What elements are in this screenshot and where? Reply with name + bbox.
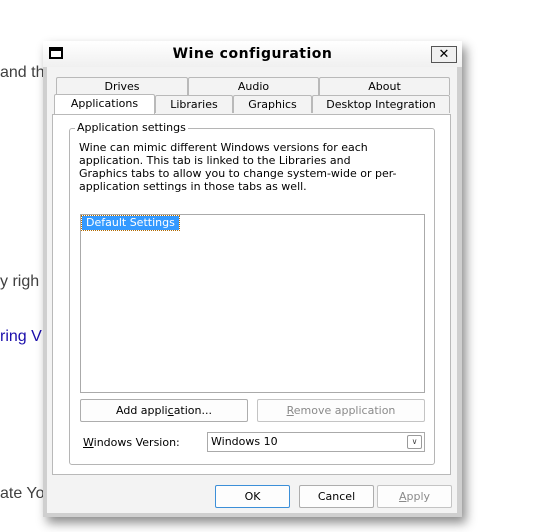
close-button[interactable]: ✕ bbox=[431, 46, 457, 63]
background-text: and th bbox=[0, 64, 45, 81]
ok-button[interactable]: OK bbox=[215, 485, 290, 508]
mnemonic: A bbox=[398, 490, 407, 503]
remove-application-button[interactable]: Remove application bbox=[257, 399, 425, 422]
chevron-down-icon[interactable]: ∨ bbox=[407, 435, 422, 449]
mnemonic: R bbox=[286, 404, 294, 417]
application-settings-group: Application settings Wine can mimic diff… bbox=[69, 121, 435, 465]
windows-version-select[interactable]: Windows 10 ∨ bbox=[207, 432, 425, 452]
tab-applications[interactable]: Applications bbox=[54, 94, 155, 114]
tab-drives[interactable]: Drives bbox=[56, 77, 188, 95]
background-text: ate Yo bbox=[0, 485, 45, 502]
applications-tab-panel: Application settings Wine can mimic diff… bbox=[52, 114, 451, 475]
wine-config-window: Wine configuration ✕ Drives Audio About … bbox=[43, 41, 462, 517]
button-label: Add appli bbox=[116, 404, 168, 417]
list-item-default-settings[interactable]: Default Settings bbox=[81, 215, 180, 231]
windows-version-label: Windows Version: bbox=[83, 436, 180, 449]
button-label: emove application bbox=[293, 404, 396, 417]
applications-list[interactable]: Default Settings bbox=[80, 214, 425, 393]
group-label: Application settings bbox=[75, 121, 188, 134]
description-text: Wine can mimic different Windows version… bbox=[79, 141, 397, 193]
background-text: y righ bbox=[0, 273, 40, 290]
cancel-button[interactable]: Cancel bbox=[299, 485, 374, 508]
window-title: Wine configuration bbox=[172, 46, 333, 62]
button-label: pply bbox=[406, 490, 431, 503]
tab-desktop-integration[interactable]: Desktop Integration bbox=[312, 95, 450, 113]
apply-button[interactable]: Apply bbox=[377, 485, 452, 508]
title-bar[interactable]: Wine configuration ✕ bbox=[43, 41, 462, 67]
selected-value: Windows 10 bbox=[211, 435, 278, 448]
button-label: ation... bbox=[173, 404, 212, 417]
tab-graphics[interactable]: Graphics bbox=[233, 95, 312, 113]
tab-audio[interactable]: Audio bbox=[188, 77, 319, 95]
background-link[interactable]: ring V bbox=[0, 328, 42, 346]
add-application-button[interactable]: Add application... bbox=[80, 399, 248, 422]
tab-about[interactable]: About bbox=[319, 77, 450, 95]
tab-libraries[interactable]: Libraries bbox=[155, 95, 233, 113]
label-text: indows Version: bbox=[93, 436, 180, 449]
dialog-client-area: Drives Audio About Applications Librarie… bbox=[47, 67, 457, 513]
mnemonic: W bbox=[83, 436, 94, 449]
